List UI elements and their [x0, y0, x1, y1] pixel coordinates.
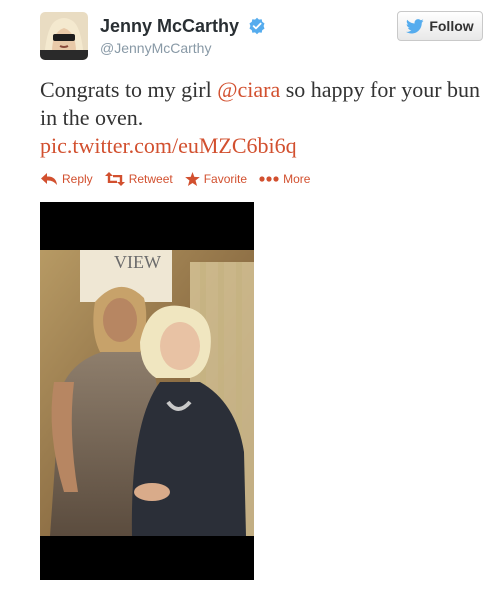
retweet-icon: [104, 172, 125, 186]
reply-button[interactable]: Reply: [40, 172, 93, 186]
user-handle[interactable]: @JennyMcCarthy: [100, 40, 211, 56]
twitter-bird-icon: [406, 18, 425, 33]
retweet-button[interactable]: Retweet: [104, 172, 173, 186]
star-icon: [184, 172, 200, 186]
more-button[interactable]: More: [259, 172, 310, 186]
avatar-image: [40, 12, 88, 60]
retweet-label: Retweet: [128, 172, 173, 186]
favorite-button[interactable]: Favorite: [184, 172, 248, 186]
more-dots-icon: [259, 176, 279, 182]
reply-label: Reply: [62, 172, 93, 186]
more-label: More: [283, 172, 311, 186]
reply-icon: [41, 173, 57, 185]
follow-button[interactable]: Follow: [397, 11, 483, 41]
photo-image: VIEW: [40, 202, 254, 580]
follow-button-label: Follow: [429, 18, 474, 34]
verified-badge-icon: [249, 17, 265, 35]
tweet-actions: Reply Retweet Favorite More: [40, 172, 322, 186]
avatar[interactable]: [40, 12, 88, 60]
tweet-photo[interactable]: VIEW: [40, 202, 254, 580]
tweet-text-before: Congrats to my girl: [40, 77, 218, 102]
pic-link[interactable]: pic.twitter.com/euMZC6bi6q: [40, 133, 297, 158]
user-name[interactable]: Jenny McCarthy: [100, 16, 239, 37]
mention-link[interactable]: @ciara: [217, 77, 280, 102]
sign-text: VIEW: [114, 252, 161, 272]
favorite-label: Favorite: [203, 172, 248, 186]
tweet-text: Congrats to my girl @ciara so happy for …: [40, 76, 490, 160]
